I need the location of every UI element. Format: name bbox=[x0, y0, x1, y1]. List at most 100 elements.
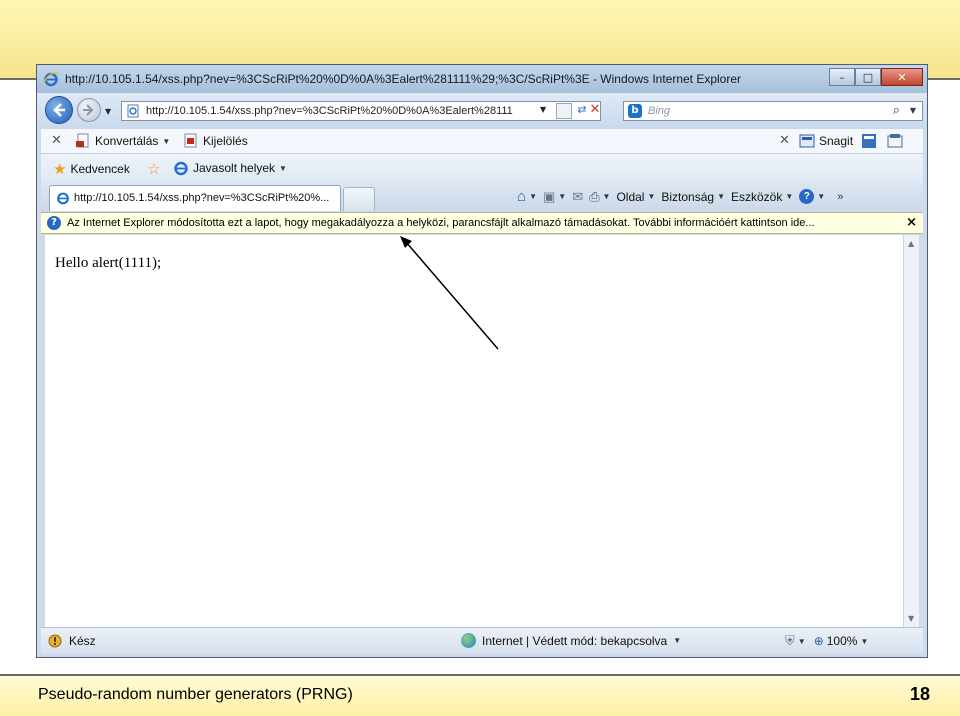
chevron-down-icon: ▼ bbox=[162, 136, 171, 146]
internet-explorer-icon bbox=[57, 192, 69, 205]
search-box[interactable]: b Bing ⌕ ▼ bbox=[623, 101, 923, 121]
chevron-down-icon: ▼ bbox=[558, 192, 567, 201]
close-information-bar-button[interactable]: × bbox=[906, 215, 917, 230]
search-placeholder[interactable]: Bing bbox=[648, 105, 670, 117]
vertical-scrollbar[interactable]: ▲ ▼ bbox=[903, 235, 919, 627]
address-bar[interactable]: http://10.105.1.54/xss.php?nev=%3CScRiPt… bbox=[121, 101, 601, 121]
safety-menu[interactable]: Biztonság ▼ bbox=[661, 190, 725, 204]
new-tab-button[interactable] bbox=[343, 187, 375, 211]
info-shield-icon: ? bbox=[47, 216, 61, 230]
protected-mode-icon: ⛨ bbox=[785, 633, 795, 648]
command-bar: ✕ Konvertálás ▼ Kijelölés ✕ Snagit bbox=[41, 129, 923, 154]
chevron-down-icon: ▼ bbox=[717, 192, 725, 201]
bing-logo-icon: b bbox=[628, 104, 642, 118]
chevron-down-icon: ▼ bbox=[860, 636, 869, 646]
address-dropdown-icon[interactable]: ▼ bbox=[540, 105, 546, 114]
window-controls: – □ ✕ bbox=[829, 68, 923, 86]
zone-text: Internet | Védett mód: bekapcsolva bbox=[482, 633, 668, 648]
scroll-up-icon[interactable]: ▲ bbox=[908, 239, 914, 248]
more-tools-chevron[interactable]: » bbox=[837, 191, 843, 203]
chevron-down-icon: ▼ bbox=[602, 192, 611, 201]
rss-feed-icon: ▣ bbox=[542, 188, 556, 204]
zoom-button[interactable]: ⊕ 100% ▼ bbox=[814, 634, 869, 648]
status-indicator: Kész bbox=[47, 633, 96, 649]
favorites-bar: ★ Kedvencek ☆ Javasolt helyek ▼ bbox=[41, 154, 923, 182]
select-label: Kijelölés bbox=[203, 134, 248, 148]
printer-icon: ⎙ bbox=[589, 188, 600, 204]
help-icon: ? bbox=[799, 189, 815, 204]
command-toolbar: ⌂ ▼ ▣ ▼ ✉ ⎙ ▼ Oldal ▼ Biztonság ▼ Eszközök ▼ ?… bbox=[517, 188, 843, 205]
compatibility-view-icon[interactable] bbox=[556, 103, 572, 119]
information-bar[interactable]: ? Az Internet Explorer módosította ezt a… bbox=[41, 212, 923, 234]
mail-button[interactable]: ✉ bbox=[572, 189, 583, 205]
tab-title: http://10.105.1.54/xss.php?nev=%3CScRiPt… bbox=[74, 192, 330, 204]
feeds-button[interactable]: ▣ ▼ bbox=[543, 189, 566, 205]
forward-button[interactable] bbox=[77, 98, 101, 122]
active-tab[interactable]: http://10.105.1.54/xss.php?nev=%3CScRiPt… bbox=[49, 185, 341, 211]
convert-button[interactable]: Konvertálás ▼ bbox=[75, 133, 170, 149]
chevron-down-icon: ▼ bbox=[817, 192, 826, 201]
page-body-text: Hello alert(1111); bbox=[55, 255, 162, 271]
close-window-button[interactable]: ✕ bbox=[881, 68, 923, 86]
security-zone[interactable]: Internet | Védett mód: bekapcsolva ▼ bbox=[461, 633, 681, 648]
chevron-down-icon: ▼ bbox=[673, 636, 682, 645]
add-to-favorites-icon: ☆ bbox=[147, 161, 161, 178]
tab-bar: http://10.105.1.54/xss.php?nev=%3CScRiPt… bbox=[41, 182, 923, 212]
history-dropdown-icon[interactable]: ▼ bbox=[105, 107, 111, 116]
zoom-icon: ⊕ bbox=[813, 634, 824, 648]
maximize-button[interactable]: □ bbox=[855, 68, 881, 86]
select-button[interactable]: Kijelölés bbox=[183, 133, 248, 149]
snagit-icon bbox=[799, 134, 815, 148]
address-text[interactable]: http://10.105.1.54/xss.php?nev=%3CScRiPt… bbox=[146, 105, 532, 117]
suggested-sites-label: Javasolt helyek bbox=[193, 161, 276, 175]
popup-blocker-button[interactable]: ⛨ ▼ bbox=[785, 633, 806, 649]
slide-footer-title: Pseudo-random number generators (PRNG) bbox=[38, 686, 353, 703]
convert-label: Konvertálás bbox=[95, 134, 159, 148]
chevron-down-icon: ▼ bbox=[279, 163, 287, 173]
add-favorite-button[interactable]: ☆ bbox=[147, 160, 160, 178]
navigation-bar: ▼ http://10.105.1.54/xss.php?nev=%3CScRi… bbox=[37, 93, 927, 129]
back-button[interactable] bbox=[45, 96, 73, 124]
close-toolbar-icon[interactable]: ✕ bbox=[51, 133, 62, 148]
tools-menu-label: Eszközök bbox=[731, 189, 783, 204]
arrow-left-icon bbox=[53, 103, 65, 117]
scroll-down-icon[interactable]: ▼ bbox=[908, 614, 914, 623]
page-content: Hello alert(1111); bbox=[45, 235, 911, 627]
chevron-down-icon: ▼ bbox=[797, 636, 806, 646]
status-bar: Kész Internet | Védett mód: bekapcsolva … bbox=[41, 627, 923, 654]
search-options-dropdown-icon[interactable]: ▼ bbox=[910, 106, 916, 115]
globe-icon bbox=[461, 633, 476, 648]
safety-menu-label: Biztonság bbox=[661, 189, 715, 204]
information-bar-message[interactable]: Az Internet Explorer módosította ezt a l… bbox=[67, 217, 815, 229]
internet-explorer-icon bbox=[43, 72, 59, 87]
page-menu[interactable]: Oldal ▼ bbox=[616, 190, 655, 204]
chevron-down-icon: ▼ bbox=[785, 192, 794, 201]
status-text: Kész bbox=[69, 634, 96, 648]
magnifier-icon[interactable]: ⌕ bbox=[893, 103, 900, 118]
minimize-button[interactable]: – bbox=[829, 68, 855, 86]
close-snagit-icon[interactable]: ✕ bbox=[779, 133, 790, 148]
select-pdf-icon bbox=[184, 133, 197, 148]
snagit-button[interactable]: Snagit bbox=[799, 133, 853, 149]
page-icon bbox=[127, 104, 139, 118]
arrow-right-icon bbox=[83, 104, 94, 116]
tools-menu[interactable]: Eszközök ▼ bbox=[731, 190, 793, 204]
snagit-label: Snagit bbox=[819, 134, 854, 148]
title-bar[interactable]: http://10.105.1.54/xss.php?nev=%3CScRiPt… bbox=[37, 65, 927, 93]
help-menu[interactable]: ? ▼ bbox=[799, 189, 825, 204]
zoom-level: 100% bbox=[826, 634, 858, 648]
snagit-capture-icon[interactable] bbox=[861, 133, 877, 149]
stop-icon[interactable]: ✕ bbox=[588, 102, 602, 118]
script-error-icon[interactable] bbox=[47, 633, 63, 649]
home-button[interactable]: ⌂ ▼ bbox=[517, 188, 537, 205]
mail-icon: ✉ bbox=[572, 188, 584, 204]
pdf-convert-icon bbox=[76, 133, 89, 148]
snagit-settings-icon[interactable] bbox=[887, 133, 903, 149]
favorites-label: Kedvencek bbox=[70, 162, 130, 176]
slide-page-number: 18 bbox=[909, 684, 930, 704]
chevron-down-icon: ▼ bbox=[529, 192, 537, 201]
home-icon: ⌂ bbox=[517, 188, 527, 205]
print-button[interactable]: ⎙ ▼ bbox=[589, 189, 610, 205]
favorites-button[interactable]: ★ Kedvencek bbox=[53, 160, 130, 178]
suggested-sites-button[interactable]: Javasolt helyek ▼ bbox=[173, 160, 287, 176]
